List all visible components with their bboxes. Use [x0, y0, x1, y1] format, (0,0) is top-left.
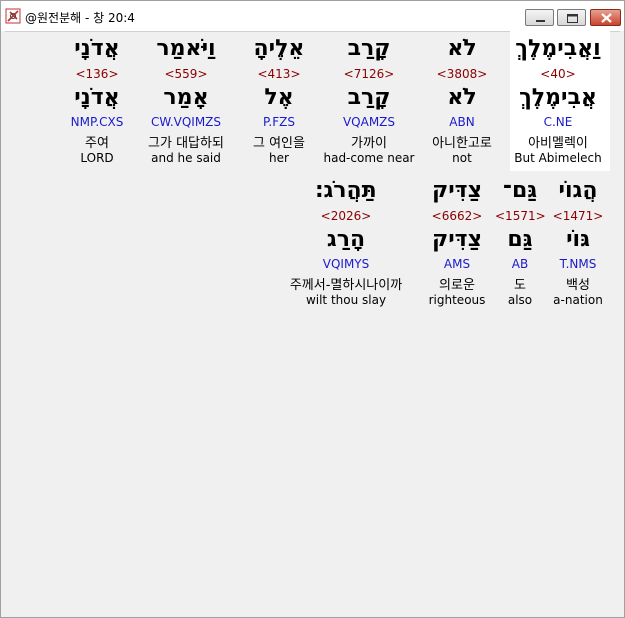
- english-gloss: LORD: [80, 151, 114, 165]
- english-gloss: righteous: [428, 293, 486, 307]
- strong-number[interactable]: <413>: [239, 67, 319, 81]
- strong-number[interactable]: <1471>: [548, 209, 608, 223]
- english-gloss: and he said: [151, 151, 221, 165]
- hebrew-word: צַדִּיק: [432, 178, 482, 203]
- strong-number[interactable]: <40>: [508, 67, 608, 81]
- morphology-code[interactable]: P.FZS: [239, 115, 319, 129]
- morphology-code[interactable]: VQAMZS: [319, 115, 419, 129]
- korean-gloss: 주여: [85, 136, 109, 151]
- english-gloss: But Abimelech: [514, 151, 602, 165]
- hebrew-lemma: גּוֹי: [566, 227, 590, 252]
- korean-gloss: 아니한고로: [432, 136, 492, 151]
- morphology-code[interactable]: AMS: [422, 257, 492, 271]
- korean-gloss: 의로운: [439, 278, 475, 293]
- hebrew-lemma: הָרַג: [326, 227, 366, 252]
- strong-number[interactable]: <136>: [57, 67, 137, 81]
- hebrew-word: קָרַב: [347, 36, 391, 61]
- hebrew-lemma: אֲבִימֶלֶךְ: [519, 85, 597, 110]
- korean-gloss: 도: [514, 278, 526, 293]
- hebrew-lemma: לֹא: [447, 85, 477, 110]
- korean-gloss: 그가 대답하되: [148, 136, 224, 151]
- hebrew-lemma: אָמַר: [163, 85, 209, 110]
- korean-gloss: 그 여인을: [253, 136, 305, 151]
- korean-gloss: 아비멜렉이: [528, 136, 588, 151]
- maximize-button[interactable]: [557, 9, 586, 26]
- minimize-button[interactable]: [525, 9, 554, 26]
- hebrew-lemma: אֶל: [264, 85, 294, 110]
- strong-number[interactable]: <1571>: [495, 209, 546, 223]
- hebrew-word: וַאֲבִימֶלֶךְ: [515, 36, 601, 61]
- morphology-code[interactable]: CW.VQIMZS: [131, 115, 241, 129]
- strong-number[interactable]: <2026>: [271, 209, 421, 223]
- english-gloss: wilt thou slay: [305, 293, 387, 307]
- hebrew-word: וַיֹּאמַר: [156, 36, 216, 61]
- strong-number[interactable]: <3808>: [412, 67, 512, 81]
- korean-gloss: 가까이: [351, 136, 387, 151]
- korean-gloss: 주께서-멸하시나이까: [289, 278, 403, 293]
- window-title: @원전분해 - 창 20:4: [25, 11, 135, 25]
- strong-number[interactable]: <559>: [131, 67, 241, 81]
- minimize-icon: [536, 20, 545, 22]
- close-button[interactable]: [590, 9, 621, 26]
- morphology-code[interactable]: C.NE: [508, 115, 608, 129]
- english-gloss: also: [507, 293, 533, 307]
- hebrew-word: לֹא: [447, 36, 477, 61]
- morphology-code[interactable]: T.NMS: [548, 257, 608, 271]
- english-gloss: a-nation: [553, 293, 603, 307]
- hebrew-word: גַּם־: [502, 178, 538, 203]
- hebrew-word: אֵלֶיהָ: [253, 36, 305, 61]
- hebrew-word: הֲגוֹי: [558, 178, 598, 203]
- app-window: @원전분해 - 창 20:4 וַאֲבִימֶלֶךְ <40> אֲבִימ…: [0, 0, 625, 618]
- maximize-icon: [567, 14, 578, 23]
- app-icon: [5, 8, 21, 24]
- english-gloss: had-come near: [323, 151, 415, 165]
- morphology-code[interactable]: NMP.CXS: [57, 115, 137, 129]
- hebrew-lemma: קָרַב: [347, 85, 391, 110]
- hebrew-lemma: אֲדֹנָי: [74, 85, 120, 110]
- english-gloss: her: [269, 151, 289, 165]
- morphology-code[interactable]: ABN: [412, 115, 512, 129]
- hebrew-word: אֲדֹנָי: [74, 36, 120, 61]
- english-gloss: not: [452, 151, 472, 165]
- hebrew-lemma: גַּם: [507, 227, 533, 252]
- hebrew-word: תַּהֲרֹג׃: [315, 178, 377, 203]
- korean-gloss: 백성: [566, 278, 590, 293]
- morphology-code[interactable]: VQIMYS: [271, 257, 421, 271]
- hebrew-lemma: צַדִּיק: [432, 227, 482, 252]
- strong-number[interactable]: <6662>: [422, 209, 492, 223]
- strong-number[interactable]: <7126>: [319, 67, 419, 81]
- close-icon: [601, 13, 612, 23]
- title-bar[interactable]: @원전분해 - 창 20:4: [1, 1, 624, 31]
- morphology-code[interactable]: AB: [495, 257, 545, 271]
